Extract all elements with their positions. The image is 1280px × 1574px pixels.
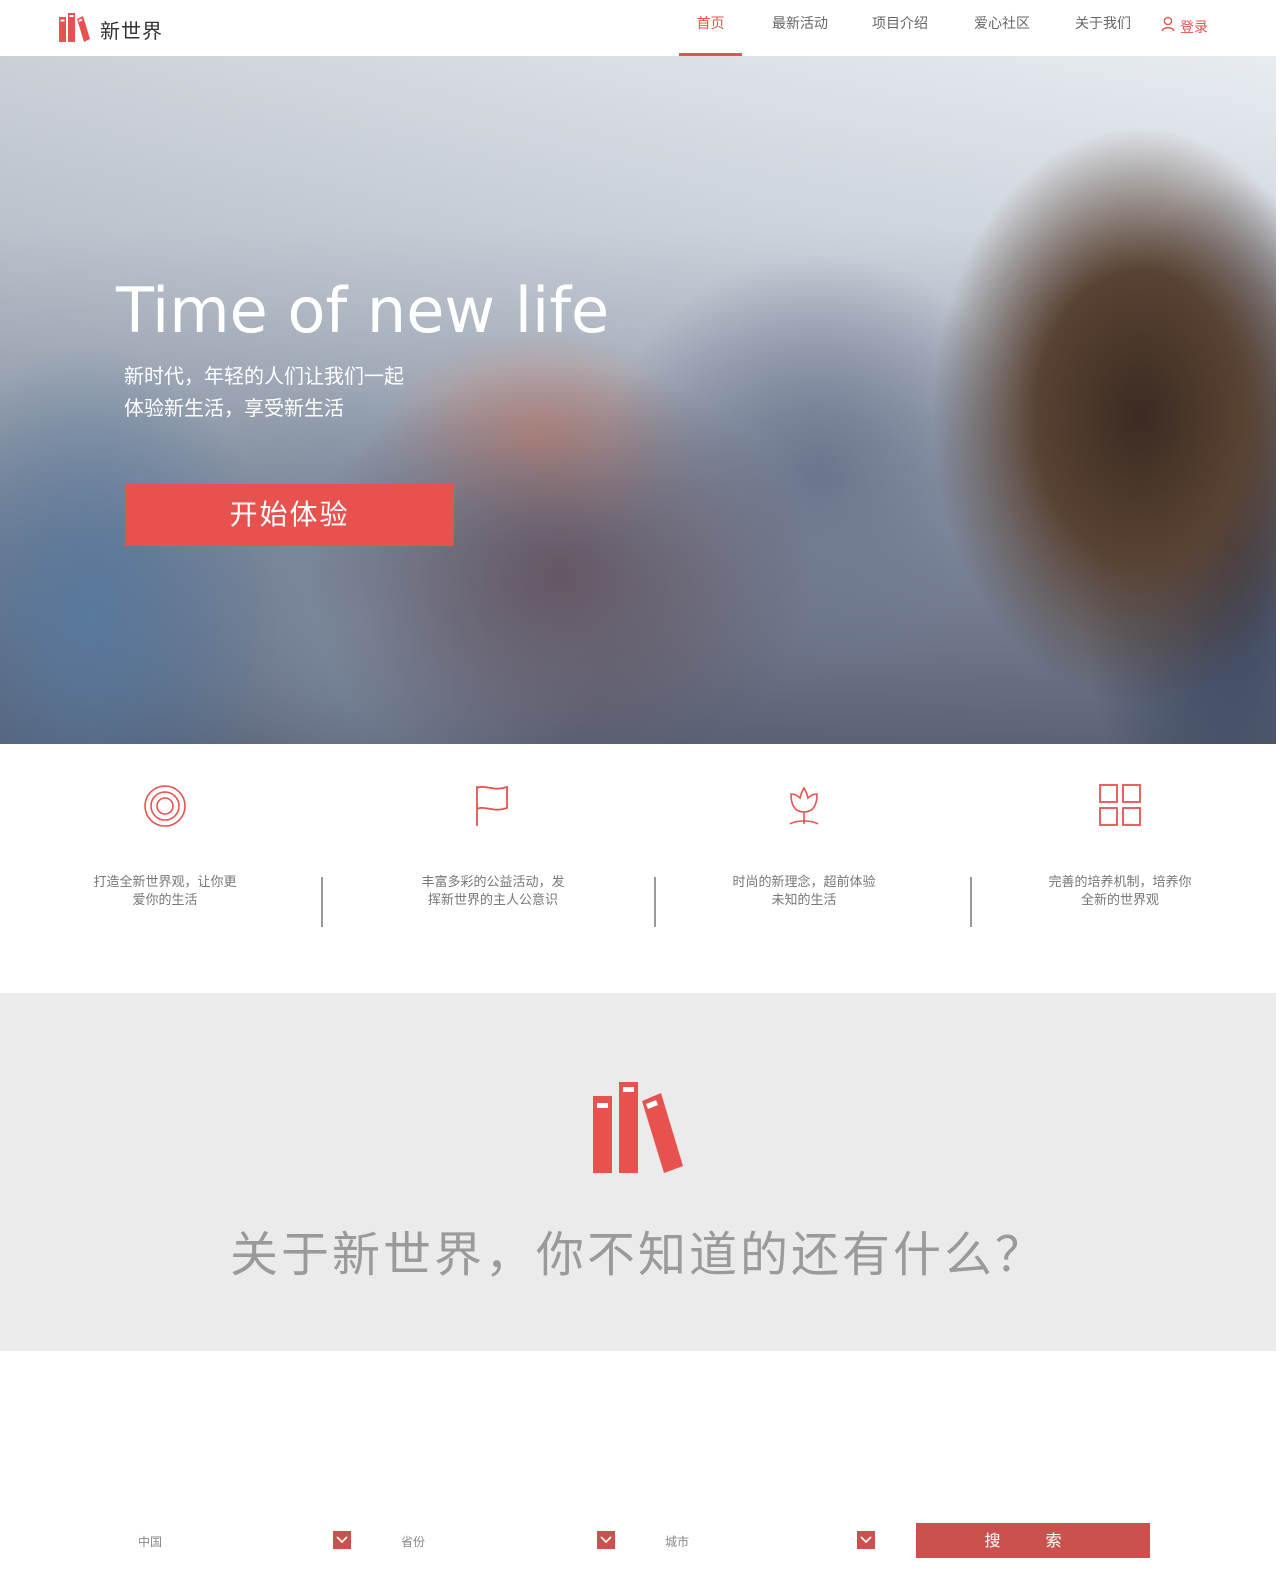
nav-about-us[interactable]: 关于我们 [1069,0,1137,56]
hero-subtitle-line-1: 新时代，年轻的人们让我们一起 [124,364,404,388]
books-logo-icon [58,12,90,46]
login-link[interactable]: 登录 [1160,0,1208,56]
feature-text-line-1: 丰富多彩的公益活动，发 [421,875,565,890]
hero-subtitle: 新时代，年轻的人们让我们一起 体验新生活，享受新生活 [124,360,404,424]
feature-text: 时尚的新理念，超前体验 未知的生活 [649,874,959,910]
target-icon [5,784,325,834]
search-button[interactable]: 搜 索 [916,1523,1150,1558]
feature-item: 时尚的新理念，超前体验 未知的生活 [644,744,964,944]
country-select-label: 中国 [138,1535,163,1549]
nav-community[interactable]: 爱心社区 [968,0,1036,56]
nav-projects[interactable]: 项目介绍 [866,0,934,56]
hero-subtitle-line-2: 体验新生活，享受新生活 [124,396,344,420]
hero-title: Time of new life [116,274,610,347]
feature-text: 完善的培养机制，培养你 全新的世界观 [965,874,1275,910]
feature-text: 打造全新世界观，让你更 爱你的生活 [10,874,320,910]
country-select[interactable]: 中国 [138,1520,353,1560]
feature-text-line-2: 全新的世界观 [1080,893,1159,908]
login-label: 登录 [1180,20,1208,36]
chevron-down-icon[interactable] [857,1531,875,1549]
nav-latest-activities[interactable]: 最新活动 [766,0,834,56]
feature-text-line-2: 挥新世界的主人公意识 [427,893,558,908]
province-select-label: 省份 [401,1535,426,1549]
chevron-down-icon[interactable] [597,1531,615,1549]
features-section: 打造全新世界观，让你更 爱你的生活 丰富多彩的公益活动，发 挥新世界的主人公意识… [0,744,1280,994]
about-title: 关于新世界，你不知道的还有什么？ [229,1227,1046,1283]
grid-icon [960,784,1280,834]
feature-item: 丰富多彩的公益活动，发 挥新世界的主人公意识 [333,744,653,944]
city-select[interactable]: 城市 [665,1520,880,1560]
city-select-label: 城市 [665,1535,690,1549]
feature-text-line-1: 时尚的新理念，超前体验 [732,875,876,890]
tulip-icon [644,784,964,834]
location-search-bar: 中国 省份 城市 搜 索 [0,1520,1280,1560]
flag-icon [333,784,653,834]
hero-banner: Time of new life 新时代，年轻的人们让我们一起 体验新生活，享受… [0,56,1276,744]
province-select[interactable]: 省份 [401,1520,616,1560]
feature-text-line-1: 打造全新世界观，让你更 [93,875,237,890]
books-icon [590,1081,686,1177]
feature-item: 打造全新世界观，让你更 爱你的生活 [5,744,325,944]
about-section: 关于新世界，你不知道的还有什么？ [0,993,1276,1351]
feature-item: 完善的培养机制，培养你 全新的世界观 [960,744,1280,944]
feature-divider [321,877,323,927]
logo[interactable]: 新世界 [58,12,163,46]
chevron-down-icon[interactable] [333,1531,351,1549]
feature-divider [970,877,972,927]
logo-text: 新世界 [100,18,163,43]
feature-text-line-2: 爱你的生活 [132,893,198,908]
feature-text: 丰富多彩的公益活动，发 挥新世界的主人公意识 [338,874,648,910]
start-experience-button[interactable]: 开始体验 [125,484,454,546]
feature-text-line-2: 未知的生活 [771,893,837,908]
feature-text-line-1: 完善的培养机制，培养你 [1048,875,1192,890]
feature-divider [654,877,656,927]
user-icon [1160,4,1180,52]
nav-home[interactable]: 首页 [679,0,742,56]
site-header: 新世界 首页 最新活动 项目介绍 爱心社区 关于我们 登录 [0,0,1280,56]
